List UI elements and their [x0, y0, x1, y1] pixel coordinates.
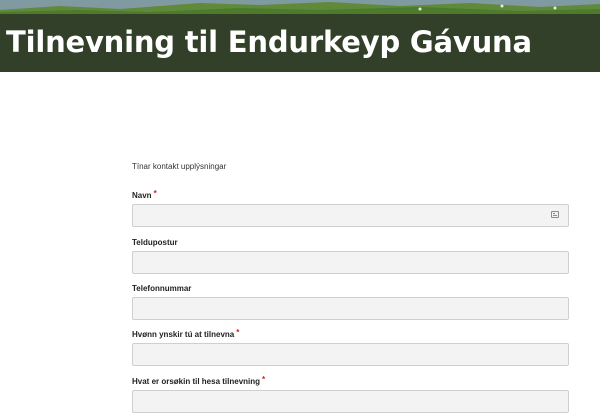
required-marker: *: [262, 375, 266, 384]
contact-card-icon[interactable]: [551, 211, 559, 218]
section-heading: Tínar kontakt upplýsningar: [132, 162, 227, 171]
contact-form: Tínar kontakt upplýsningar Navn * Teldupo…: [132, 160, 569, 413]
hero-banner: Tilnevning til Endurkeyp Gávuna: [0, 0, 600, 72]
reason-input[interactable]: [132, 390, 569, 413]
field-label-name: Navn: [132, 191, 152, 200]
required-marker: *: [236, 328, 240, 337]
field-reason: Hvat er orsøkin til hesa tilnevning *: [132, 375, 569, 413]
required-marker: *: [153, 189, 157, 198]
field-label-phone: Telefonnummar: [132, 284, 192, 293]
field-name: Navn *: [132, 189, 569, 227]
field-nominee: Hvønn ynskir tú at tilnevna *: [132, 328, 569, 366]
page-title: Tilnevning til Endurkeyp Gávuna: [6, 25, 532, 59]
phone-input[interactable]: [132, 297, 569, 320]
email-input[interactable]: [132, 251, 569, 274]
field-email: Teldupostur: [132, 237, 569, 274]
name-input[interactable]: [132, 204, 569, 227]
field-phone: Telefonnummar: [132, 283, 569, 320]
field-label-email: Teldupostur: [132, 238, 178, 247]
nominee-input[interactable]: [132, 343, 569, 366]
field-label-reason: Hvat er orsøkin til hesa tilnevning: [132, 377, 261, 386]
field-label-nominee: Hvønn ynskir tú at tilnevna: [132, 330, 235, 339]
